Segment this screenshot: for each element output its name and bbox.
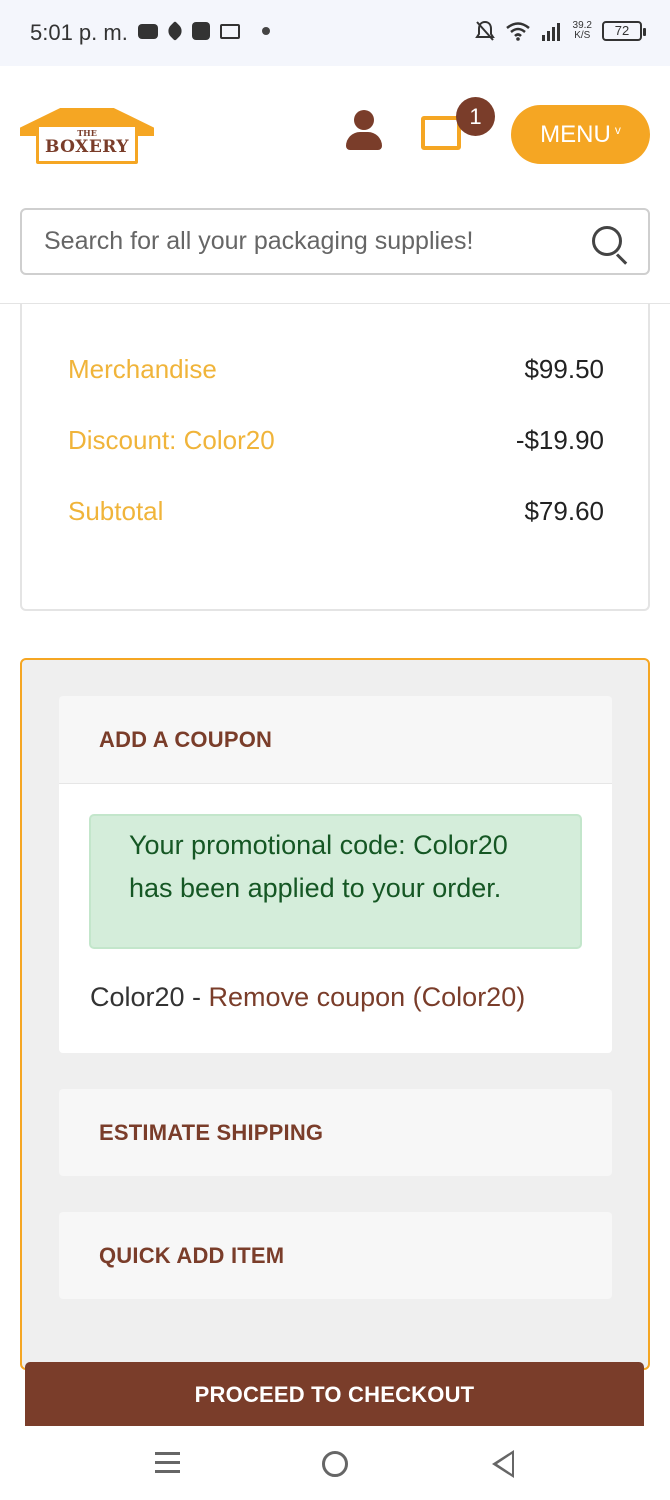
menu-button[interactable]: MENU v (511, 105, 650, 164)
coupon-section: ADD A COUPON Your promotional code: Colo… (59, 696, 612, 1053)
battery-icon: 72 (602, 21, 646, 41)
recents-icon[interactable] (155, 1452, 180, 1474)
applied-coupon-code: Color20 - (90, 982, 209, 1012)
order-totals: Merchandise $99.50 Discount: Color20 -$1… (20, 304, 650, 611)
applied-coupon: Color20 - Remove coupon (Color20) (90, 982, 525, 1013)
network-speed: 39.2 K/S (573, 21, 592, 41)
bell-off-icon (474, 20, 495, 41)
estimate-shipping-header[interactable]: ESTIMATE SHIPPING (59, 1089, 612, 1176)
totals-value: -$19.90 (515, 425, 604, 455)
account-icon[interactable] (346, 110, 382, 150)
menu-label: MENU (540, 121, 611, 148)
logo-box: THE BOXERY (36, 124, 138, 164)
back-icon[interactable] (492, 1450, 514, 1478)
news-icon (192, 22, 210, 40)
home-icon[interactable] (322, 1451, 348, 1477)
coupon-header[interactable]: ADD A COUPON (59, 696, 612, 783)
search-bar (20, 208, 650, 275)
system-nav-bar (0, 1426, 670, 1500)
dot-icon (262, 27, 270, 35)
status-time: 5:01 p. m. (30, 20, 128, 45)
status-bar: 5:01 p. m. 39.2 K/S 72 (0, 0, 670, 66)
site-header: THE BOXERY 1 MENU v (0, 66, 670, 304)
youtube-icon (138, 23, 158, 39)
logo-name-text: BOXERY (44, 137, 130, 157)
cart-actions-panel: ADD A COUPON Your promotional code: Colo… (20, 658, 650, 1370)
cart-count-badge[interactable]: 1 (456, 97, 495, 136)
totals-value: $79.60 (524, 496, 604, 526)
search-input[interactable] (44, 210, 584, 273)
signal-icon (541, 23, 560, 41)
rocket-icon (165, 21, 185, 41)
chevron-down-icon: v (614, 123, 621, 137)
quick-add-header[interactable]: QUICK ADD ITEM (59, 1212, 612, 1299)
network-speed-unit: K/S (574, 30, 591, 41)
totals-label: Subtotal (68, 496, 164, 526)
totals-row-subtotal: Subtotal $79.60 (68, 496, 604, 527)
totals-row-merchandise: Merchandise $99.50 (68, 354, 604, 385)
system-icons: 39.2 K/S 72 (474, 20, 646, 42)
totals-row-discount: Discount: Color20 -$19.90 (68, 425, 604, 456)
totals-label: Discount: Color20 (68, 425, 275, 455)
totals-value: $99.50 (524, 354, 604, 384)
proceed-to-checkout-button[interactable]: PROCEED TO CHECKOUT (25, 1362, 644, 1428)
totals-label: Merchandise (68, 354, 217, 384)
quick-add-section: QUICK ADD ITEM (59, 1212, 612, 1299)
remove-coupon-link[interactable]: Remove coupon (Color20) (209, 982, 526, 1012)
search-icon[interactable] (590, 224, 630, 265)
coupon-success-alert: Your promotional code: Color20 has been … (89, 814, 582, 949)
boxery-logo[interactable]: THE BOXERY (20, 108, 154, 168)
gmail-icon (220, 23, 240, 39)
coupon-body: Your promotional code: Color20 has been … (59, 783, 612, 1053)
shipping-section: ESTIMATE SHIPPING (59, 1089, 612, 1176)
wifi-icon (505, 22, 530, 41)
notification-icons (138, 21, 270, 41)
battery-level: 72 (614, 23, 630, 38)
